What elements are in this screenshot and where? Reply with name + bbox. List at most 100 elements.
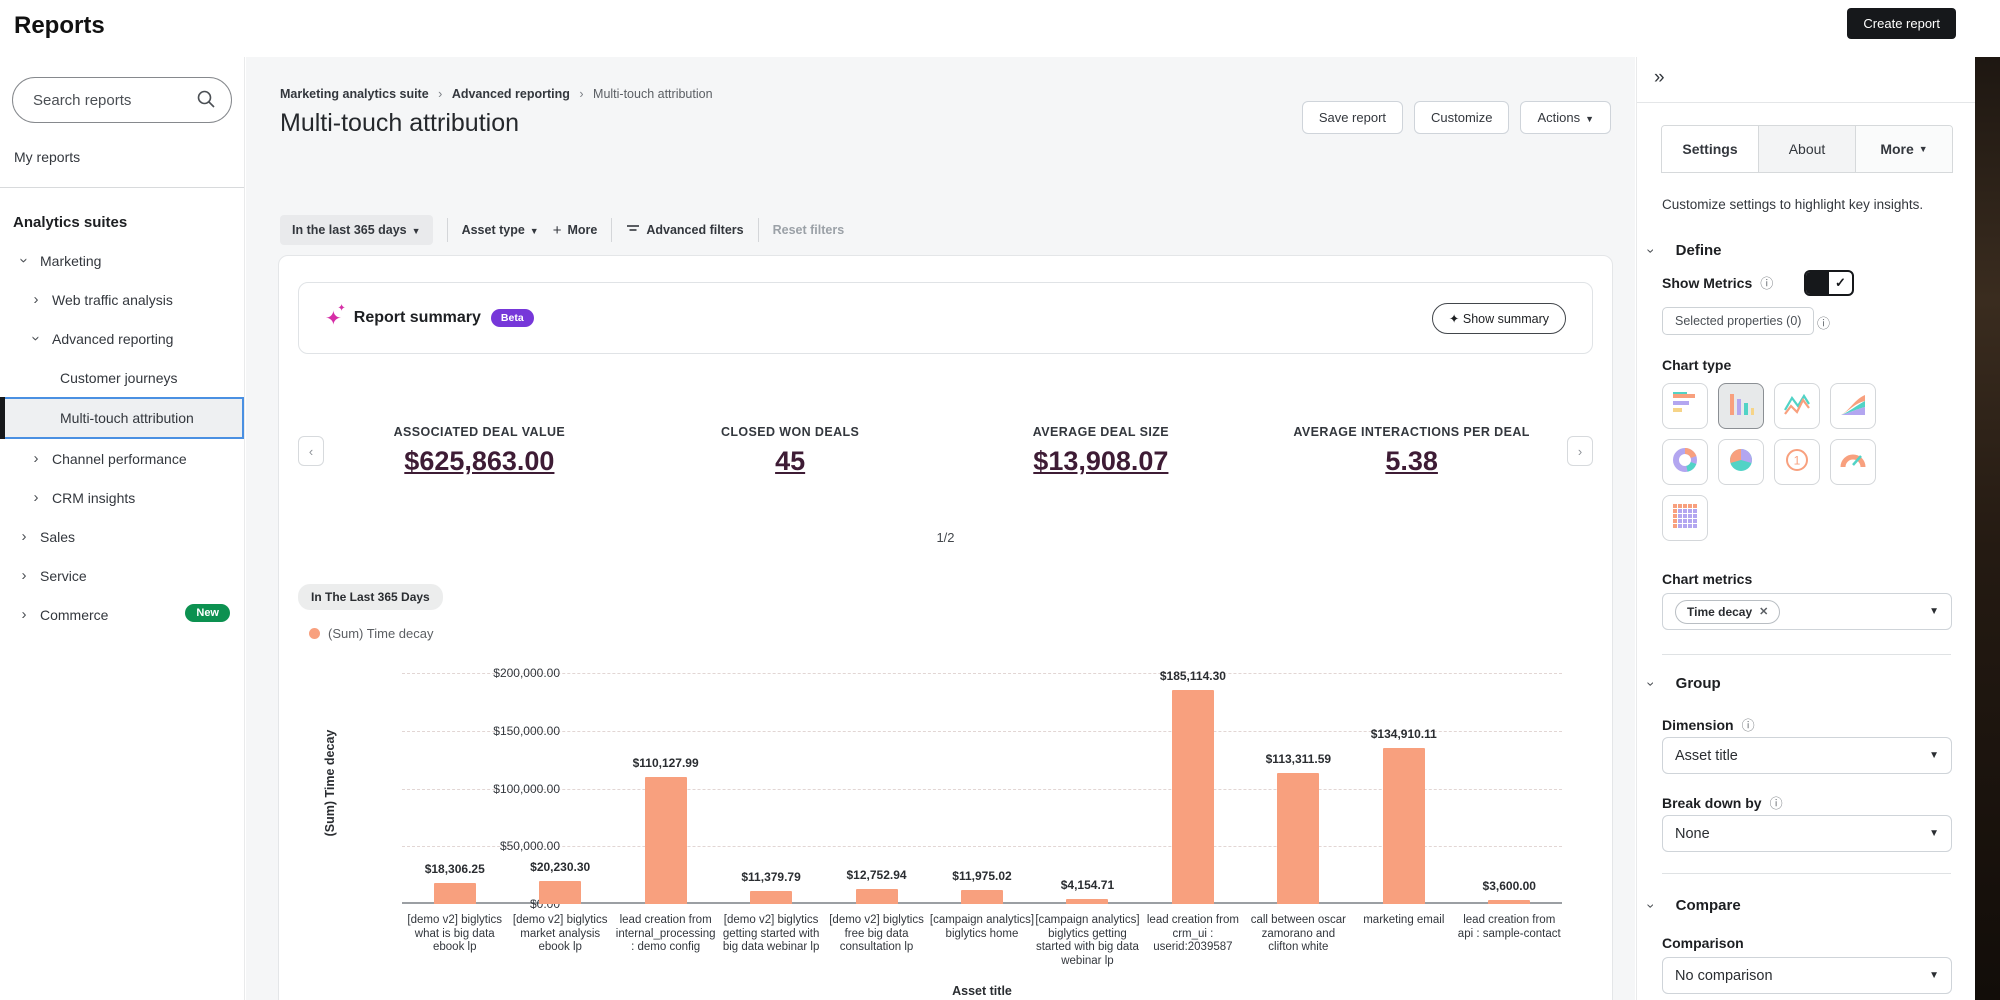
main-content: Marketing analytics suite › Advanced rep… xyxy=(246,57,1635,1000)
chart-type-gauge[interactable] xyxy=(1830,439,1876,485)
kpi-prev-button[interactable]: ‹ xyxy=(298,436,324,466)
x-tick-label: lead creation from api : sample-contact xyxy=(1457,914,1561,940)
chart-type-pie[interactable] xyxy=(1718,439,1764,485)
x-tick-label: [demo v2] biglytics getting started with… xyxy=(722,914,820,953)
sidebar-item-web-traffic-analysis[interactable]: › Web traffic analysis xyxy=(0,280,244,319)
show-metrics-toggle[interactable]: ✓ xyxy=(1804,270,1854,296)
info-icon[interactable]: ⓘ xyxy=(1817,313,1830,332)
chart-type-table[interactable] xyxy=(1662,495,1708,541)
bar[interactable] xyxy=(433,883,476,904)
chevron-down-icon[interactable]: › xyxy=(16,255,33,267)
caret-down-icon: ▼ xyxy=(1929,606,1939,617)
reset-filters-button[interactable]: Reset filters xyxy=(773,223,845,237)
bar[interactable] xyxy=(644,777,687,904)
compare-section-header[interactable]: › Compare xyxy=(1643,897,1740,914)
x-tick-label: lead creation from internal_processing :… xyxy=(615,914,716,953)
chevron-right-icon[interactable]: › xyxy=(30,450,42,467)
save-report-button[interactable]: Save report xyxy=(1301,101,1404,134)
collapse-panel-icon[interactable]: » xyxy=(1654,67,1665,89)
breadcrumb-separator: › xyxy=(438,87,443,101)
show-summary-button[interactable]: ✦ Show summary xyxy=(1431,302,1566,334)
tab-settings[interactable]: Settings xyxy=(1662,126,1759,172)
bar-value-label: $20,230.30 xyxy=(530,860,591,874)
breadcrumb-item-section[interactable]: Advanced reporting xyxy=(452,87,570,101)
kpi-value[interactable]: 5.38 xyxy=(1385,446,1438,477)
metric-tag[interactable]: Time decay ✕ xyxy=(1675,599,1781,624)
breadcrumb-item-suite[interactable]: Marketing analytics suite xyxy=(280,87,429,101)
define-section-header[interactable]: › Define xyxy=(1643,242,1721,259)
bar[interactable] xyxy=(960,890,1003,904)
ai-sparkle-icon: ✦ ✦ xyxy=(325,302,346,330)
sidebar-item-channel-performance[interactable]: › Channel performance xyxy=(0,439,244,478)
actions-dropdown-button[interactable]: Actions ▼ xyxy=(1520,101,1611,134)
pie-chart-icon xyxy=(1728,447,1754,478)
new-badge: New xyxy=(185,604,230,622)
sidebar-item-marketing[interactable]: › Marketing xyxy=(0,241,244,280)
more-filters-button[interactable]: + More xyxy=(553,222,598,239)
caret-down-icon: ▼ xyxy=(1918,144,1928,154)
chart-type-vertical-bar[interactable] xyxy=(1718,383,1764,429)
bar[interactable] xyxy=(1382,748,1425,904)
chart-type-area[interactable] xyxy=(1830,383,1876,429)
bar-slot: $185,114.30 xyxy=(1140,669,1245,904)
sidebar-item-commerce[interactable]: › Commerce New xyxy=(0,595,244,634)
kpi-card: ASSOCIATED DEAL VALUE $625,863.00 xyxy=(324,425,635,477)
group-section-header[interactable]: › Group xyxy=(1643,675,1720,692)
sidebar-item-customer-journeys[interactable]: Customer journeys xyxy=(0,358,244,397)
bar[interactable] xyxy=(1277,773,1320,904)
bar[interactable] xyxy=(539,881,582,904)
kpi-value[interactable]: $13,908.07 xyxy=(1033,446,1168,477)
legend-label: (Sum) Time decay xyxy=(328,626,434,641)
chevron-right-icon[interactable]: › xyxy=(18,606,30,623)
chart-legend[interactable]: (Sum) Time decay xyxy=(309,626,433,641)
asset-type-filter[interactable]: Asset type ▼ xyxy=(462,223,539,237)
chevron-right-icon[interactable]: › xyxy=(30,291,42,308)
donut-chart-icon xyxy=(1672,447,1698,478)
customize-button[interactable]: Customize xyxy=(1414,101,1510,134)
x-tick-label: [campaign analytics] biglytics home xyxy=(929,914,1035,940)
sidebar-item-service[interactable]: › Service xyxy=(0,556,244,595)
sidebar-item-crm-insights[interactable]: › CRM insights xyxy=(0,478,244,517)
kpi-next-button[interactable]: › xyxy=(1567,436,1593,466)
info-icon[interactable]: ⓘ xyxy=(1770,793,1783,812)
remove-tag-icon[interactable]: ✕ xyxy=(1759,605,1768,618)
bar[interactable] xyxy=(1171,690,1214,904)
selected-properties-button[interactable]: Selected properties (0) xyxy=(1662,307,1815,335)
sidebar-item-sales[interactable]: › Sales xyxy=(0,517,244,556)
chart-type-line[interactable] xyxy=(1774,383,1820,429)
chart-type-horizontal-bar[interactable] xyxy=(1662,383,1708,429)
analytics-suites-tree: › Marketing › Web traffic analysis › Advanc… xyxy=(0,241,244,634)
breakdown-dropdown[interactable]: None ▼ xyxy=(1662,815,1952,852)
kpi-value[interactable]: $625,863.00 xyxy=(404,446,554,477)
kpi-value[interactable]: 45 xyxy=(775,446,805,477)
chevron-down-icon[interactable]: › xyxy=(28,333,45,345)
chart-type-donut[interactable] xyxy=(1662,439,1708,485)
comparison-dropdown[interactable]: No comparison ▼ xyxy=(1662,957,1952,994)
search-icon xyxy=(197,90,215,108)
kpi-label: CLOSED WON DEALS xyxy=(720,425,860,439)
info-icon[interactable]: ⓘ xyxy=(1760,273,1773,292)
sidebar-item-my-reports[interactable]: My reports xyxy=(14,149,244,165)
chevron-right-icon[interactable]: › xyxy=(18,528,30,545)
reports-sidebar: My reports Analytics suites ›Marketing ›… xyxy=(0,57,245,1000)
dimension-dropdown[interactable]: Asset title ▼ xyxy=(1662,737,1952,774)
bar[interactable] xyxy=(1066,899,1109,904)
tab-more[interactable]: More ▼ xyxy=(1856,126,1952,172)
panel-subtitle: Customize settings to highlight key insi… xyxy=(1662,197,1924,212)
info-icon[interactable]: ⓘ xyxy=(1742,715,1755,734)
chart-type-single-value[interactable]: 1 xyxy=(1774,439,1820,485)
tab-about[interactable]: About xyxy=(1759,126,1856,172)
kpi-carousel: ‹ ASSOCIATED DEAL VALUE $625,863.00 CLOS… xyxy=(298,416,1593,486)
chevron-right-icon[interactable]: › xyxy=(18,567,30,584)
chevron-right-icon[interactable]: › xyxy=(30,489,42,506)
date-range-filter[interactable]: In the last 365 days ▼ xyxy=(280,215,433,245)
sidebar-item-advanced-reporting[interactable]: › Advanced reporting xyxy=(0,319,244,358)
line-chart-icon xyxy=(1783,392,1811,421)
bar[interactable] xyxy=(1488,900,1531,904)
sidebar-item-multi-touch-attribution[interactable]: Multi-touch attribution xyxy=(0,397,244,439)
bar[interactable] xyxy=(855,889,898,904)
bar[interactable] xyxy=(750,891,793,904)
advanced-filters-button[interactable]: Advanced filters xyxy=(626,223,744,237)
chart-metrics-dropdown[interactable]: Time decay ✕ ▼ xyxy=(1662,593,1952,630)
create-report-button[interactable]: Create report xyxy=(1847,8,1956,39)
